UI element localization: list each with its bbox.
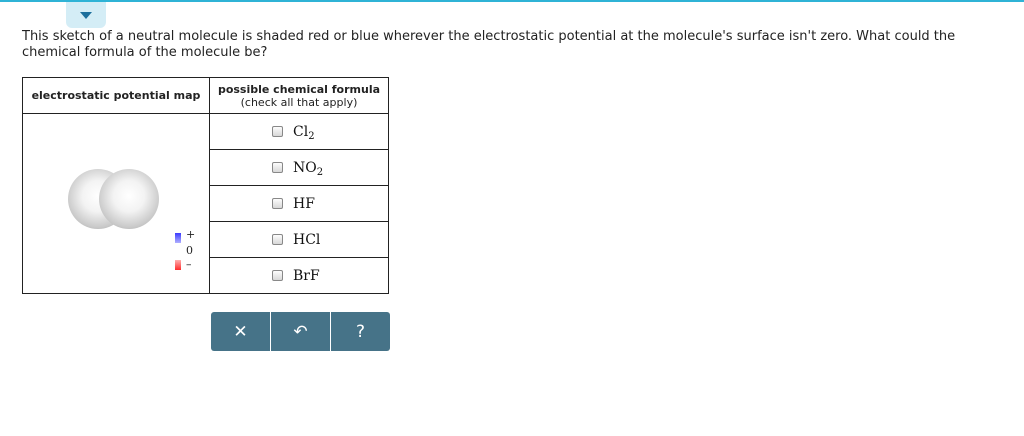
- undo-icon: ↶: [293, 321, 308, 342]
- option-row: Cl2: [209, 113, 389, 150]
- undo-button[interactable]: ↶: [270, 312, 330, 351]
- question-text: This sketch of a neutral molecule is sha…: [22, 29, 956, 60]
- formula-subscript: 2: [316, 166, 324, 178]
- option-no2[interactable]: NO2: [210, 150, 388, 185]
- checkbox[interactable]: [272, 126, 283, 137]
- legend-negative-swatch: [175, 260, 181, 270]
- collapse-toggle[interactable]: [66, 2, 106, 28]
- formula-subscript: 2: [308, 130, 315, 142]
- formula-label: HCl: [293, 232, 320, 248]
- formula-base: HCl: [293, 231, 321, 248]
- formula-base: HF: [293, 195, 315, 212]
- formula-label: HF: [293, 196, 315, 212]
- option-hf[interactable]: HF: [210, 186, 388, 221]
- formula-label: Cl2: [293, 123, 315, 142]
- action-button-bar: ✕ ↶ ?: [211, 312, 390, 351]
- formula-base: BrF: [293, 267, 320, 284]
- formula-base: Cl: [293, 123, 309, 140]
- checkbox[interactable]: [272, 234, 283, 245]
- help-icon: ?: [355, 321, 366, 342]
- option-brf[interactable]: BrF: [210, 258, 388, 293]
- help-button[interactable]: ?: [330, 312, 390, 351]
- legend-minus-label: –: [186, 258, 192, 271]
- checkbox[interactable]: [272, 198, 283, 209]
- option-row: HF: [209, 185, 389, 222]
- option-row: NO2: [209, 149, 389, 186]
- close-icon: ✕: [233, 321, 248, 342]
- option-cl2[interactable]: Cl2: [210, 114, 388, 149]
- potential-map-cell: + 0 –: [22, 113, 210, 294]
- option-row: BrF: [209, 257, 389, 294]
- map-column-header: electrostatic potential map: [22, 77, 210, 114]
- clear-button[interactable]: ✕: [211, 312, 270, 351]
- formula-base: NO: [293, 159, 317, 176]
- formula-label: BrF: [293, 268, 320, 284]
- formula-header-title: possible chemical formula: [217, 82, 381, 96]
- formula-column-header: possible chemical formula (check all tha…: [209, 77, 389, 114]
- top-accent-line: [0, 0, 1024, 2]
- legend-positive-swatch: [175, 233, 181, 243]
- option-hcl[interactable]: HCl: [210, 222, 388, 257]
- molecule-atom-right: [99, 169, 159, 229]
- checkbox[interactable]: [272, 270, 283, 281]
- answer-table: electrostatic potential map possible che…: [22, 77, 389, 294]
- chevron-down-icon: [80, 12, 92, 19]
- checkbox[interactable]: [272, 162, 283, 173]
- legend-zero-label: 0: [186, 244, 193, 257]
- option-row: HCl: [209, 221, 389, 258]
- legend-plus-label: +: [186, 228, 196, 241]
- formula-header-hint: (check all that apply): [240, 95, 358, 109]
- formula-label: NO2: [293, 159, 324, 178]
